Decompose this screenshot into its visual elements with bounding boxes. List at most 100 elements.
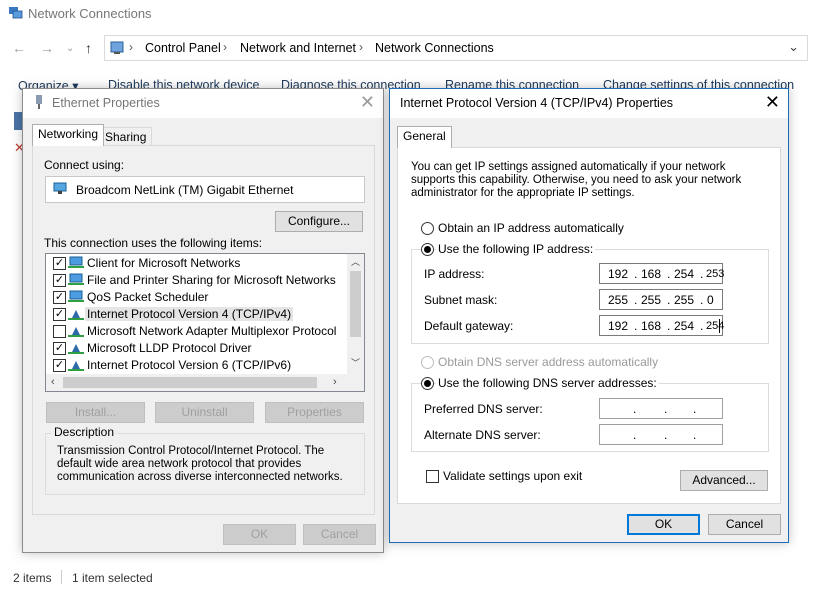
back-arrow-icon[interactable]: ←: [12, 40, 26, 56]
items-list: ✓ Client for Microsoft Networks ✓ File a…: [45, 253, 365, 392]
list-item[interactable]: ✓ QoS Packet Scheduler: [46, 289, 336, 306]
control-panel-icon: [110, 41, 124, 54]
cancel-button[interactable]: Cancel: [708, 514, 781, 535]
ok-button[interactable]: OK: [627, 514, 700, 535]
connect-using-label: Connect using:: [44, 158, 125, 172]
octet-dot: .: [664, 402, 668, 416]
uninstall-button[interactable]: Uninstall: [155, 402, 254, 423]
octet-dot: .: [634, 293, 638, 307]
list-item-selected[interactable]: ✓ Internet Protocol Version 4 (TCP/IPv4): [46, 306, 336, 323]
alternate-dns-input[interactable]: . . .: [599, 424, 723, 445]
properties-button[interactable]: Properties: [265, 402, 364, 423]
preferred-dns-input[interactable]: . . .: [599, 398, 723, 419]
item-label: Microsoft Network Adapter Multiplexor Pr…: [87, 324, 337, 338]
dialog-title: Internet Protocol Version 4 (TCP/IPv4) P…: [400, 96, 674, 110]
status-selection: 1 item selected: [72, 571, 153, 585]
item-label: Internet Protocol Version 4 (TCP/IPv4): [85, 307, 294, 321]
scroll-up-icon[interactable]: ︿: [351, 255, 360, 268]
item-checkbox[interactable]: [53, 325, 66, 338]
dialog-titlebar[interactable]: Ethernet Properties ✕: [23, 89, 383, 118]
scroll-left-icon[interactable]: ‹: [51, 376, 55, 388]
list-item[interactable]: ✓ Internet Protocol Version 6 (TCP/IPv6): [46, 357, 336, 374]
item-label: Internet Protocol Version 6 (TCP/IPv6): [87, 358, 292, 372]
up-arrow-icon[interactable]: ↑: [85, 40, 92, 56]
octet-dot: .: [700, 293, 704, 307]
scroll-down-icon[interactable]: ﹀: [351, 356, 360, 369]
scroll-right-icon[interactable]: ›: [333, 376, 337, 388]
gateway-octet-1: 192: [608, 319, 629, 333]
item-checkbox[interactable]: ✓: [53, 291, 66, 304]
list-item[interactable]: ✓ Microsoft LLDP Protocol Driver: [46, 340, 336, 357]
adapter-name: Broadcom NetLink (TM) Gigabit Ethernet: [76, 183, 294, 197]
description-label: Description: [51, 425, 118, 439]
octet-dot: .: [693, 402, 697, 416]
tab-sharing[interactable]: Sharing: [99, 127, 153, 145]
validate-settings-checkbox[interactable]: [426, 470, 439, 483]
obtain-dns-auto-radio[interactable]: [421, 356, 434, 369]
network-adapter-icon[interactable]: [14, 112, 22, 130]
network-protocol-icon: [68, 361, 84, 371]
item-checkbox[interactable]: ✓: [53, 308, 66, 321]
description-text: Transmission Control Protocol/Internet P…: [57, 445, 343, 483]
validate-settings-label[interactable]: Validate settings upon exit: [443, 469, 582, 483]
network-service-icon: [68, 273, 84, 285]
scrollbar-thumb[interactable]: [350, 271, 361, 337]
list-item[interactable]: ✓ File and Printer Sharing for Microsoft…: [46, 272, 336, 289]
address-bar[interactable]: › Control Panel › Network and Internet ›…: [104, 35, 808, 61]
obtain-dns-auto-label[interactable]: Obtain DNS server address automatically: [438, 355, 658, 369]
advanced-button[interactable]: Advanced...: [680, 470, 768, 491]
use-following-ip-radio[interactable]: [421, 243, 434, 256]
vertical-scrollbar[interactable]: ︿ ﹀: [347, 254, 364, 374]
ip-address-input[interactable]: 192 . 168 . 254 . 253: [599, 263, 725, 284]
horizontal-scrollbar[interactable]: ‹ ›: [46, 374, 364, 391]
network-protocol-icon: [68, 310, 84, 320]
dialog-title: Ethernet Properties: [52, 96, 160, 110]
list-item[interactable]: Microsoft Network Adapter Multiplexor Pr…: [46, 323, 336, 340]
breadcrumb-control-panel[interactable]: Control Panel: [145, 41, 221, 55]
breadcrumb-separator-icon: ›: [129, 40, 133, 54]
gateway-octet-4: 254: [706, 320, 725, 332]
item-checkbox[interactable]: ✓: [53, 342, 66, 355]
obtain-ip-auto-radio[interactable]: [421, 222, 434, 235]
ipv4-properties-dialog: Internet Protocol Version 4 (TCP/IPv4) P…: [389, 88, 789, 543]
breadcrumb-network-and-internet[interactable]: Network and Internet: [240, 41, 356, 55]
adapter-field: Broadcom NetLink (TM) Gigabit Ethernet: [45, 176, 365, 203]
status-divider: [61, 570, 62, 584]
tab-general[interactable]: General: [397, 126, 452, 148]
cancel-button[interactable]: Cancel: [303, 524, 376, 545]
tab-networking[interactable]: Networking: [32, 124, 105, 146]
subnet-mask-label: Subnet mask:: [424, 293, 498, 307]
list-item[interactable]: ✓ Client for Microsoft Networks: [46, 255, 336, 272]
item-checkbox[interactable]: ✓: [53, 257, 66, 270]
close-icon[interactable]: ✕: [360, 92, 375, 112]
breadcrumb-separator-icon: ›: [359, 40, 363, 54]
configure-button[interactable]: Configure...: [275, 211, 363, 232]
dialog-titlebar[interactable]: Internet Protocol Version 4 (TCP/IPv4) P…: [390, 89, 788, 118]
obtain-ip-auto-label[interactable]: Obtain an IP address automatically: [438, 221, 624, 235]
default-gateway-label: Default gateway:: [424, 319, 514, 333]
octet-dot: .: [633, 428, 637, 442]
use-following-dns-radio[interactable]: [421, 377, 434, 390]
ethernet-adapter-icon: [36, 95, 42, 109]
forward-arrow-icon[interactable]: →: [40, 40, 54, 56]
recent-locations-chevron-icon[interactable]: ⌄: [66, 43, 74, 54]
breadcrumb-network-connections[interactable]: Network Connections: [375, 41, 494, 55]
use-following-dns-label[interactable]: Use the following DNS server addresses:: [436, 376, 659, 390]
default-gateway-input[interactable]: 192 . 168 . 254 . 254: [599, 315, 725, 336]
use-following-ip-label[interactable]: Use the following IP address:: [436, 242, 596, 256]
items-label: This connection uses the following items…: [44, 236, 263, 250]
mask-octet-2: 255: [641, 293, 662, 307]
item-label: Client for Microsoft Networks: [87, 256, 241, 270]
install-button[interactable]: Install...: [46, 402, 145, 423]
item-checkbox[interactable]: ✓: [53, 359, 66, 372]
ok-button[interactable]: OK: [223, 524, 296, 545]
ip-octet-4: 253: [706, 268, 725, 280]
network-client-icon: [68, 256, 84, 268]
address-dropdown-chevron-icon[interactable]: ⌄: [788, 39, 799, 55]
item-checkbox[interactable]: ✓: [53, 274, 66, 287]
ip-octet-3: 254: [674, 267, 695, 281]
octet-dot: .: [634, 319, 638, 333]
h-scrollbar-thumb[interactable]: [63, 377, 317, 388]
close-icon[interactable]: ✕: [765, 92, 780, 112]
subnet-mask-input[interactable]: 255 . 255 . 255 . 0: [599, 289, 723, 310]
